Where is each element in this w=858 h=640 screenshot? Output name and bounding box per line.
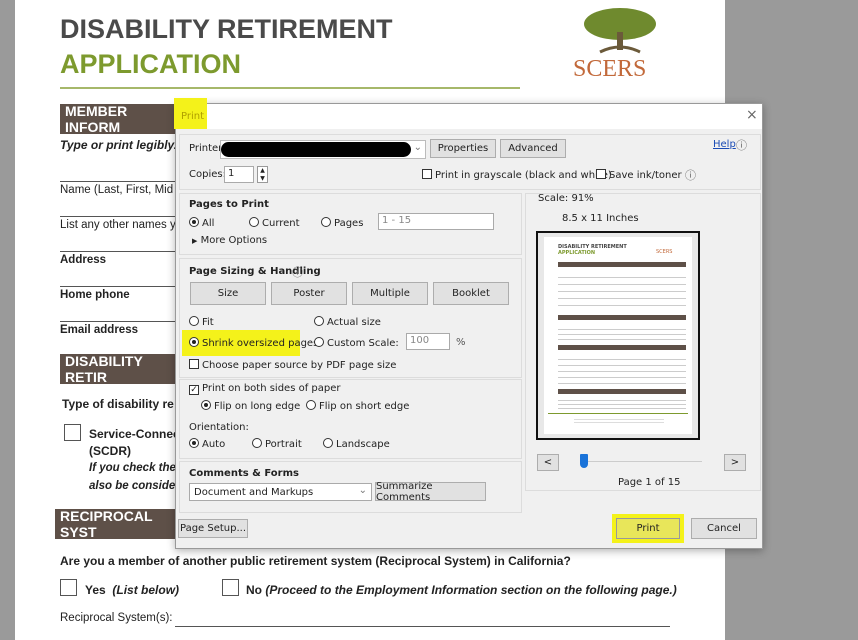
scdr-note: If you check the xyxy=(89,462,176,474)
copies-stepper[interactable]: ▲ ▼ xyxy=(257,166,268,183)
radio-shrink-oversized[interactable]: Shrink oversized pages xyxy=(189,337,318,349)
thumb-logo: SCERS xyxy=(656,249,673,255)
scdr-label-2: (SCDR) xyxy=(89,444,131,458)
properties-button[interactable]: Properties xyxy=(430,139,496,158)
grayscale-checkbox[interactable]: Print in grayscale (black and white) xyxy=(422,169,612,181)
copies-input[interactable]: 1 xyxy=(224,166,254,183)
info-icon: ⓘ xyxy=(292,266,303,279)
section-reciprocal: RECIPROCAL SYST xyxy=(55,508,195,540)
size-button[interactable]: Size xyxy=(190,282,266,305)
page-slider-thumb[interactable] xyxy=(580,454,588,468)
field-home-phone: Home phone xyxy=(60,289,130,301)
print-button[interactable]: Print xyxy=(616,518,680,539)
both-sides-checkbox[interactable]: ✓ Print on both sides of paper xyxy=(189,383,341,395)
save-ink-label: Save ink/toner xyxy=(609,170,682,181)
scale-label: Scale: 91% xyxy=(538,193,594,204)
save-ink-checkbox[interactable]: Save ink/toner xyxy=(596,169,682,181)
doc-title: DISABILITY RETIREMENT xyxy=(60,14,393,44)
page-setup-button[interactable]: Page Setup... xyxy=(178,519,248,538)
printer-label: Printer xyxy=(189,143,223,154)
instructions: Type or print legibly. xyxy=(60,138,178,152)
title-bar xyxy=(176,104,762,129)
pages-range-input[interactable]: 1 - 15 xyxy=(378,213,494,230)
tree-logo-icon xyxy=(584,8,656,54)
radio-landscape[interactable]: Landscape xyxy=(323,438,390,450)
title-rule xyxy=(60,87,520,89)
section-disability: DISABILITY RETIR xyxy=(60,353,190,385)
type-of-disability: Type of disability re xyxy=(62,397,174,411)
cancel-button[interactable]: Cancel xyxy=(691,518,757,539)
close-icon[interactable]: × xyxy=(746,107,758,123)
paper-size-label: 8.5 x 11 Inches xyxy=(562,213,639,224)
radio-portrait[interactable]: Portrait xyxy=(252,438,302,450)
no-note: (Proceed to the Employment Information s… xyxy=(265,583,677,597)
orientation-label: Orientation: xyxy=(189,422,249,433)
summarize-comments-button[interactable]: Summarize Comments xyxy=(375,481,486,503)
reciprocal-question: Are you a member of another public retir… xyxy=(60,554,571,568)
scers-logo: SCERS xyxy=(573,56,647,82)
field-email: Email address xyxy=(60,324,138,336)
radio-fit[interactable]: Fit xyxy=(189,316,214,328)
reciprocal-systems-label: Reciprocal System(s): xyxy=(60,612,173,624)
radio-auto[interactable]: Auto xyxy=(189,438,225,450)
section-member-info: MEMBER INFORM xyxy=(60,103,190,135)
dialog-title: Print xyxy=(181,111,205,122)
percent-label: % xyxy=(456,337,466,348)
radio-current[interactable]: Current xyxy=(249,217,300,229)
printer-select[interactable]: ⌄ xyxy=(220,140,426,159)
no-checkbox[interactable] xyxy=(222,579,239,596)
field-address: Address xyxy=(60,254,107,266)
radio-all[interactable]: All xyxy=(189,217,214,229)
page-indicator: Page 1 of 15 xyxy=(618,477,681,488)
scdr-checkbox[interactable] xyxy=(64,424,81,441)
radio-actual-size[interactable]: Actual size xyxy=(314,316,381,328)
yes-label: Yes xyxy=(85,583,106,597)
multiple-button[interactable]: Multiple xyxy=(352,282,428,305)
booklet-button[interactable]: Booklet xyxy=(433,282,509,305)
poster-button[interactable]: Poster xyxy=(271,282,347,305)
field-name: Name (Last, First, Mid xyxy=(60,184,174,196)
help-link[interactable]: Help xyxy=(713,139,736,150)
copies-label: Copies: xyxy=(189,169,226,180)
comments-title: Comments & Forms xyxy=(189,468,299,479)
radio-flip-short[interactable]: Flip on short edge xyxy=(306,400,409,412)
paper-source-checkbox[interactable]: Choose paper source by PDF page size xyxy=(189,359,396,371)
page-slider[interactable] xyxy=(584,461,702,462)
more-options-toggle[interactable]: ▶ More Options xyxy=(192,235,267,246)
radio-custom-scale[interactable]: Custom Scale: xyxy=(314,337,399,349)
thumb-subtitle: APPLICATION xyxy=(558,250,596,256)
help-icon[interactable]: ⓘ xyxy=(736,137,747,153)
comments-select[interactable]: Document and Markups ⌄ xyxy=(189,483,372,501)
yes-note: (List below) xyxy=(112,583,180,597)
radio-flip-long[interactable]: Flip on long edge xyxy=(201,400,300,412)
scdr-note-2: also be conside xyxy=(89,480,176,492)
radio-pages[interactable]: Pages xyxy=(321,217,363,229)
grayscale-label: Print in grayscale (black and white) xyxy=(435,170,612,181)
field-other-names: List any other names y xyxy=(60,219,176,231)
scdr-label: Service-Connec xyxy=(89,427,180,441)
prev-page-button[interactable]: < xyxy=(537,454,559,471)
custom-scale-input[interactable]: 100 xyxy=(406,333,450,350)
info-icon: ⓘ xyxy=(685,169,696,182)
page-preview: DISABILITY RETIREMENT APPLICATION SCERS xyxy=(536,231,700,440)
advanced-button[interactable]: Advanced xyxy=(500,139,566,158)
yes-checkbox[interactable] xyxy=(60,579,77,596)
no-label: No xyxy=(246,583,262,597)
pages-to-print-title: Pages to Print xyxy=(189,199,269,210)
next-page-button[interactable]: > xyxy=(724,454,746,471)
print-dialog: Print × Printer ⌄ Properties Advanced He… xyxy=(174,98,763,549)
doc-subtitle: APPLICATION xyxy=(60,49,241,79)
